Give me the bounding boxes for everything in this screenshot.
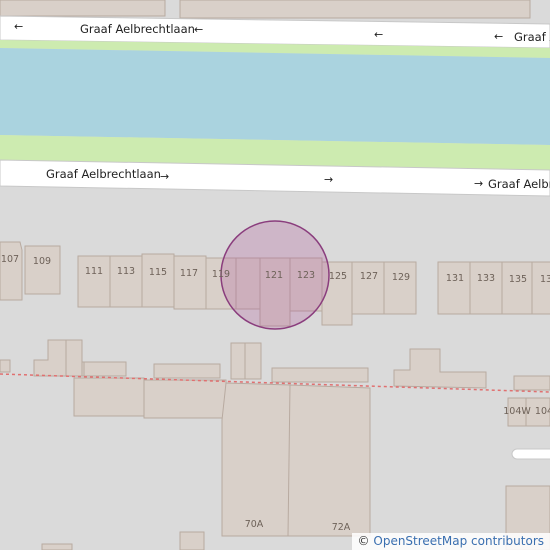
building[interactable] bbox=[244, 342, 262, 380]
house-number: 119 bbox=[212, 269, 230, 280]
building[interactable] bbox=[0, 0, 166, 17]
copyright-symbol: © bbox=[357, 534, 370, 548]
oneway-arrow-icon: → bbox=[160, 170, 169, 183]
building[interactable] bbox=[141, 253, 175, 308]
oneway-arrow-icon: ← bbox=[14, 20, 23, 33]
building[interactable] bbox=[531, 261, 550, 315]
street-label: Graaf Aelbrechtlaan bbox=[80, 22, 195, 36]
house-number: 115 bbox=[149, 267, 167, 278]
building[interactable] bbox=[501, 261, 533, 315]
building[interactable] bbox=[0, 241, 23, 301]
oneway-arrow-icon: → bbox=[324, 173, 333, 186]
oneway-arrow-icon: ← bbox=[374, 28, 383, 41]
building[interactable] bbox=[41, 543, 73, 550]
house-number: 133 bbox=[477, 273, 495, 284]
building[interactable] bbox=[24, 245, 61, 295]
building[interactable] bbox=[437, 261, 471, 315]
house-number: 70A bbox=[245, 519, 264, 530]
street-label: Graaf A bbox=[514, 30, 550, 44]
map-attribution: © OpenStreetMap contributors bbox=[351, 533, 550, 550]
house-number: 131 bbox=[446, 273, 464, 284]
house-number: 13 bbox=[540, 274, 550, 285]
house-number: 127 bbox=[360, 271, 378, 282]
osm-contributors-link[interactable]: OpenStreetMap contributors bbox=[373, 534, 544, 548]
house-number: 113 bbox=[117, 266, 135, 277]
building[interactable] bbox=[221, 382, 291, 537]
map-canvas[interactable]: Graaf Aelbrechtlaan ← ← ← ← Graaf A Graa… bbox=[0, 0, 550, 550]
oneway-arrow-icon: → bbox=[474, 177, 483, 190]
building[interactable] bbox=[83, 361, 127, 377]
building[interactable] bbox=[153, 363, 221, 379]
building[interactable] bbox=[383, 261, 417, 315]
canal-water[interactable] bbox=[0, 48, 550, 145]
building[interactable] bbox=[77, 255, 111, 308]
building[interactable] bbox=[73, 377, 145, 417]
building[interactable] bbox=[469, 261, 503, 315]
building[interactable] bbox=[65, 339, 83, 377]
building[interactable] bbox=[351, 261, 385, 315]
house-number: 129 bbox=[392, 272, 410, 283]
house-number: 135 bbox=[509, 274, 527, 285]
house-number: 111 bbox=[85, 266, 103, 277]
building[interactable] bbox=[173, 255, 207, 310]
house-number: 121 bbox=[265, 270, 283, 281]
house-number: 72A bbox=[332, 522, 351, 533]
building[interactable] bbox=[0, 359, 11, 373]
street-label: Graaf Aelbrechtlaan bbox=[46, 167, 161, 181]
building[interactable] bbox=[179, 0, 531, 19]
building[interactable] bbox=[230, 342, 246, 380]
building[interactable] bbox=[179, 531, 205, 550]
house-number: 123 bbox=[297, 270, 315, 281]
building[interactable] bbox=[271, 367, 369, 383]
oneway-arrow-icon: ← bbox=[194, 23, 203, 36]
building[interactable] bbox=[143, 379, 227, 419]
house-number: 109 bbox=[33, 256, 51, 267]
house-number: 104 bbox=[535, 406, 550, 417]
house-number: 104W bbox=[503, 406, 531, 417]
building[interactable] bbox=[287, 384, 371, 537]
oneway-arrow-icon: ← bbox=[494, 30, 503, 43]
footpath[interactable] bbox=[511, 448, 550, 460]
house-number: 107 bbox=[1, 254, 19, 265]
house-number: 117 bbox=[180, 268, 198, 279]
house-number: 125 bbox=[329, 271, 347, 282]
street-label: Graaf Aelbre bbox=[488, 177, 550, 191]
building[interactable] bbox=[109, 255, 143, 308]
building[interactable] bbox=[513, 375, 550, 391]
